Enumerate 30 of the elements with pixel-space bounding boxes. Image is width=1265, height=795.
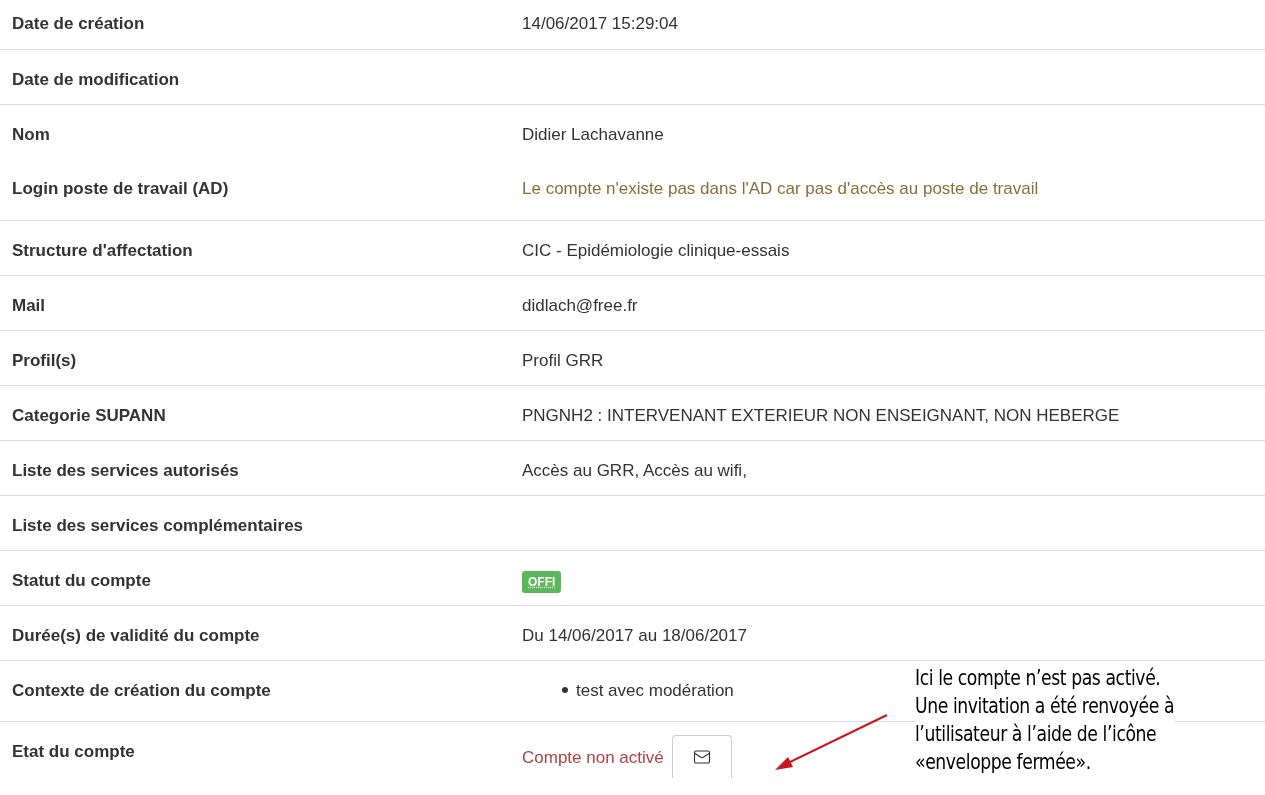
send-invitation-button[interactable] — [671, 735, 732, 778]
field-label: Date de modification — [12, 70, 180, 89]
field-label: Etat du compte — [12, 742, 135, 761]
field-value: Du 14/06/2017 au 18/06/2017 — [522, 625, 747, 645]
field-label: Login poste de travail (AD) — [12, 179, 229, 198]
field-value: didlach@free.fr — [522, 295, 638, 315]
annotation-text: Ici le compte n’est pas activé. Une invitation a été renvoyée à l’utilisateur à l’aide de l’icône «enveloppe fermée». — [915, 664, 1175, 776]
warning-text: Le compte n'existe pas dans l'AD car pas d'accès au poste de travail — [522, 178, 1040, 200]
field-value: Didier Lachavanne — [522, 125, 664, 144]
field-label: Mail — [12, 295, 46, 315]
danger-text: Compte non activé — [522, 746, 664, 769]
field-label: Structure d'affectation — [12, 240, 193, 260]
field-value: PNGNH2 : INTERVENANT EXTERIEUR NON ENSEIGNANT, NON HEBERGE — [522, 405, 1120, 425]
field-label: Liste des services complémentaires — [12, 515, 304, 535]
field-label: Categorie SUPANN — [12, 405, 166, 425]
bullet-icon — [562, 687, 568, 694]
field-value: Accès au GRR, Accès au wifi, — [522, 460, 747, 480]
field-label: Date de création — [12, 14, 145, 33]
list-item: test avec modération — [576, 679, 734, 702]
field-label: Liste des services autorisés — [12, 460, 239, 480]
field-label: Contexte de création du compte — [12, 680, 271, 700]
envelope-icon — [692, 748, 711, 766]
field-label: Statut du compte — [12, 570, 151, 590]
field-value: CIC - Epidémiologie clinique-essais — [522, 240, 790, 260]
field-value: Profil GRR — [522, 350, 604, 370]
field-label: Nom — [12, 125, 50, 144]
status-badge: OFFI — [522, 570, 562, 593]
field-value: 14/06/2017 15:29:04 — [522, 14, 678, 33]
field-label: Durée(s) de validité du compte — [12, 625, 260, 645]
field-label: Profil(s) — [12, 350, 77, 370]
